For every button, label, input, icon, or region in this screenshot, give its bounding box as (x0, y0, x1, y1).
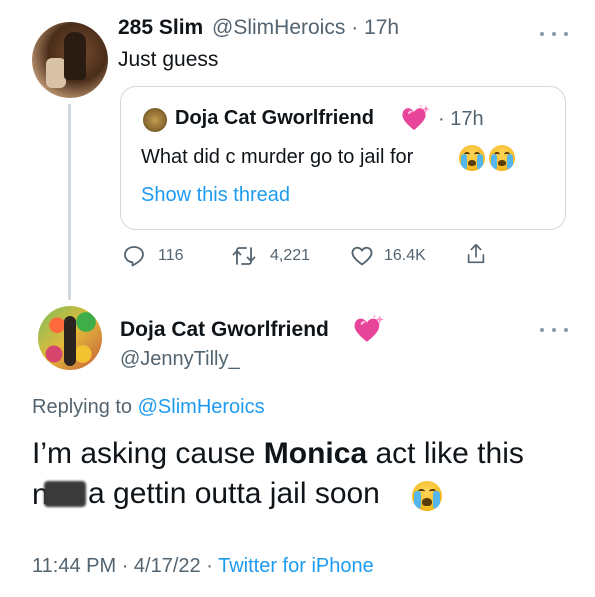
reply-date[interactable]: 4/17/22 (134, 555, 201, 577)
tweet-timestamp-row: 11:44 PM · 4/17/22 · Twitter for iPhone (32, 555, 374, 578)
tweet-time[interactable]: 17h (364, 16, 399, 39)
heart-icon[interactable] (350, 244, 374, 268)
retweet-icon[interactable] (232, 244, 256, 268)
more-dots-icon[interactable] (540, 30, 568, 38)
reply-author-avatar[interactable] (38, 306, 102, 370)
sparkling-heart-icon (354, 314, 384, 342)
more-dots-icon[interactable] (540, 326, 568, 334)
reply-icon[interactable] (122, 244, 146, 268)
quoted-tweet-text: What did c murder go to jail for (141, 146, 414, 168)
reply-text: I’m asking cause Monica act like this na… (32, 434, 524, 514)
share-icon[interactable] (464, 242, 488, 266)
meta-separator: · (438, 108, 445, 130)
meta-separator: · (121, 555, 129, 577)
loudly-crying-face-icon (459, 145, 485, 171)
reply-text-line-1: I’m asking cause Monica act like this (32, 434, 524, 474)
reply-text-bold: Monica (263, 437, 368, 470)
retweet-count: 4,221 (270, 247, 311, 264)
replying-to-label: Replying to (32, 396, 133, 418)
quoted-author-name: Doja Cat Gworlfriend (175, 107, 374, 129)
reply-author-handle[interactable]: @JennyTilly_ (120, 348, 240, 371)
quoted-author-avatar (143, 108, 167, 132)
tweet-meta: @SlimHeroics · 17h (212, 16, 399, 40)
meta-separator: · (351, 16, 359, 39)
loudly-crying-face-icon (489, 145, 515, 171)
meta-separator: · (206, 555, 213, 577)
tweet-source-link[interactable]: Twitter for iPhone (218, 555, 374, 577)
redacted-word: n (32, 478, 88, 511)
tweet-author-handle[interactable]: @SlimHeroics (212, 16, 345, 39)
reply-text-line-2: na gettin outta jail soon (32, 474, 524, 514)
replying-to-mention[interactable]: @SlimHeroics (138, 396, 265, 418)
reply-text-part1: I’m asking cause (32, 437, 264, 470)
thread-connector-line (68, 104, 71, 300)
reply-author-name[interactable]: Doja Cat Gworlfriend (120, 318, 329, 342)
replying-to: Replying to @SlimHeroics (32, 396, 265, 419)
like-count: 16.4K (384, 247, 426, 264)
quoted-tweet-time: 17h (450, 108, 484, 130)
loudly-crying-face-icon (412, 481, 442, 511)
author-avatar[interactable] (32, 22, 108, 98)
tweet-author-name[interactable]: 285 Slim (118, 16, 203, 40)
reply-count: 116 (158, 247, 184, 264)
reply-time[interactable]: 11:44 PM (32, 555, 116, 577)
reply-text-line2: a gettin outta jail soon (88, 477, 380, 510)
tweet-text: Just guess (118, 48, 219, 71)
sparkling-heart-icon (402, 104, 430, 130)
show-thread-link[interactable]: Show this thread (141, 184, 290, 207)
reply-text-part2: act like this (367, 437, 524, 470)
quoted-tweet-meta: · 17h (438, 108, 484, 131)
